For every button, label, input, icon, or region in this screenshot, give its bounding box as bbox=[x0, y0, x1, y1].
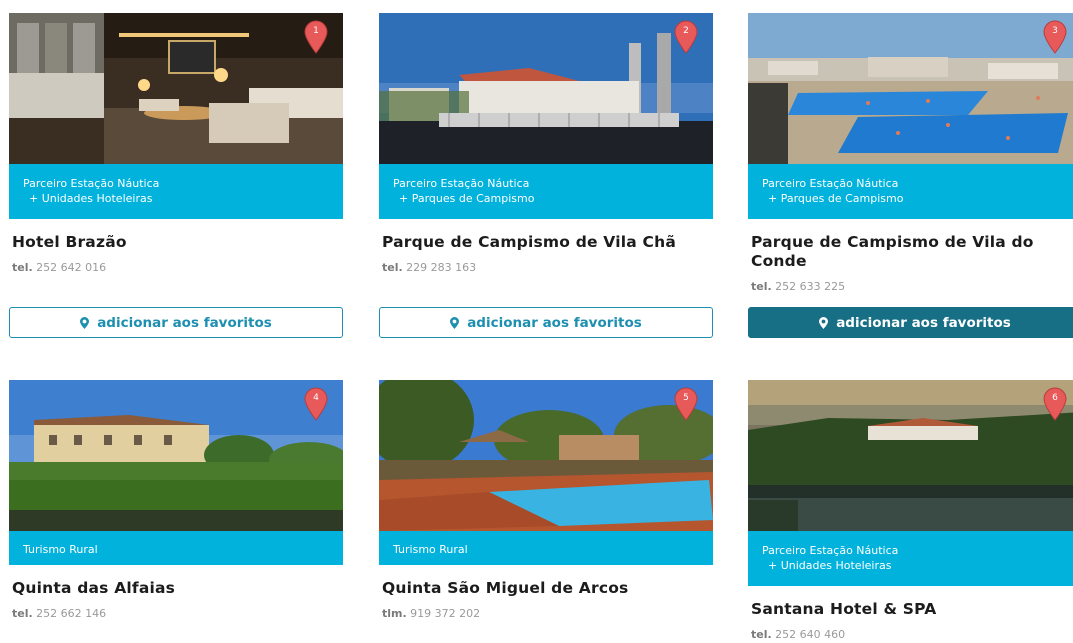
listing-name[interactable]: Quinta São Miguel de Arcos bbox=[382, 579, 713, 598]
listing-card-hotel-brazao[interactable]: 1 Parceiro Estação Náutica + Unidades Ho… bbox=[9, 13, 343, 338]
listing-name[interactable]: Santana Hotel & SPA bbox=[751, 600, 1073, 619]
category-label: Turismo Rural bbox=[9, 531, 343, 565]
listing-photo[interactable]: 5 bbox=[379, 380, 713, 531]
category-line: Parceiro Estação Náutica bbox=[393, 177, 530, 190]
category-line: Parceiro Estação Náutica bbox=[762, 177, 899, 190]
category-label: Parceiro Estação Náutica + Parques de Ca… bbox=[379, 164, 713, 219]
phone-number: 252 640 460 bbox=[775, 628, 846, 641]
map-pin-icon[interactable]: 6 bbox=[1042, 387, 1068, 421]
listing-photo[interactable]: 6 bbox=[748, 380, 1073, 531]
add-to-favorites-button[interactable]: adicionar aos favoritos bbox=[9, 307, 343, 338]
listing-card-quinta-das-alfaias[interactable]: 4 Turismo Rural Quinta das Alfaias tel. … bbox=[9, 380, 343, 620]
phone-number: 252 642 016 bbox=[36, 261, 107, 274]
listing-card-quinta-sao-miguel-de-arcos[interactable]: 5 Turismo Rural Quinta São Miguel de Arc… bbox=[379, 380, 713, 620]
listing-phone: tel. 229 283 163 bbox=[382, 261, 713, 274]
button-label: adicionar aos favoritos bbox=[97, 314, 272, 331]
add-to-favorites-button[interactable]: adicionar aos favoritos bbox=[748, 307, 1073, 338]
category-line: Turismo Rural bbox=[393, 543, 468, 556]
pin-number: 3 bbox=[1052, 26, 1058, 36]
phone-label: tel. bbox=[751, 280, 772, 293]
map-pin-icon[interactable]: 4 bbox=[303, 387, 329, 421]
category-line: + Parques de Campismo bbox=[768, 192, 904, 205]
listing-name[interactable]: Hotel Brazão bbox=[12, 233, 343, 252]
phone-number: 229 283 163 bbox=[406, 261, 477, 274]
swimming-pool-image bbox=[748, 13, 1073, 164]
pool-garden-image bbox=[379, 380, 713, 531]
category-label: Parceiro Estação Náutica + Unidades Hote… bbox=[9, 164, 343, 219]
phone-number: 252 633 225 bbox=[775, 280, 846, 293]
category-line: + Unidades Hoteleiras bbox=[768, 559, 892, 572]
riverside-hotel-image bbox=[748, 380, 1073, 531]
hotel-lobby-image bbox=[9, 13, 343, 164]
category-label: Parceiro Estação Náutica + Unidades Hote… bbox=[748, 531, 1073, 586]
phone-label: tel. bbox=[751, 628, 772, 641]
phone-label: tel. bbox=[12, 607, 33, 620]
campsite-entrance-image bbox=[379, 13, 713, 164]
listing-photo[interactable]: 4 bbox=[9, 380, 343, 531]
phone-label: tel. bbox=[382, 261, 403, 274]
listing-phone: tel. 252 633 225 bbox=[751, 280, 1073, 293]
listing-card-santana-hotel-spa[interactable]: 6 Parceiro Estação Náutica + Unidades Ho… bbox=[748, 380, 1073, 641]
map-pin-icon[interactable]: 3 bbox=[1042, 20, 1068, 54]
listing-photo[interactable]: 1 bbox=[9, 13, 343, 164]
location-marker-icon bbox=[819, 317, 828, 329]
listing-phone: tel. 252 640 460 bbox=[751, 628, 1073, 641]
pin-number: 5 bbox=[683, 393, 689, 403]
listing-photo[interactable]: 2 bbox=[379, 13, 713, 164]
category-label: Turismo Rural bbox=[379, 531, 713, 565]
button-label: adicionar aos favoritos bbox=[467, 314, 642, 331]
phone-label: tlm. bbox=[382, 607, 407, 620]
phone-label: tel. bbox=[12, 261, 33, 274]
category-label: Parceiro Estação Náutica + Parques de Ca… bbox=[748, 164, 1073, 219]
location-marker-icon bbox=[80, 317, 89, 329]
phone-number: 919 372 202 bbox=[410, 607, 481, 620]
category-line: Parceiro Estação Náutica bbox=[762, 544, 899, 557]
category-line: Parceiro Estação Náutica bbox=[23, 177, 160, 190]
phone-number: 252 662 146 bbox=[36, 607, 107, 620]
map-pin-icon[interactable]: 1 bbox=[303, 20, 329, 54]
listing-name[interactable]: Parque de Campismo de Vila do Conde bbox=[751, 233, 1073, 271]
category-line: + Unidades Hoteleiras bbox=[29, 192, 153, 205]
pin-number: 1 bbox=[313, 26, 319, 36]
button-label: adicionar aos favoritos bbox=[836, 314, 1011, 331]
add-to-favorites-button[interactable]: adicionar aos favoritos bbox=[379, 307, 713, 338]
manor-house-image bbox=[9, 380, 343, 531]
category-line: Turismo Rural bbox=[23, 543, 98, 556]
listing-photo[interactable]: 3 bbox=[748, 13, 1073, 164]
pin-number: 4 bbox=[313, 393, 319, 403]
listing-card-parque-vila-do-conde[interactable]: 3 Parceiro Estação Náutica + Parques de … bbox=[748, 13, 1073, 338]
pin-number: 2 bbox=[683, 26, 689, 36]
map-pin-icon[interactable]: 2 bbox=[673, 20, 699, 54]
listing-name[interactable]: Parque de Campismo de Vila Chã bbox=[382, 233, 713, 252]
map-pin-icon[interactable]: 5 bbox=[673, 387, 699, 421]
listing-phone: tel. 252 662 146 bbox=[12, 607, 343, 620]
pin-number: 6 bbox=[1052, 393, 1058, 403]
listing-phone: tel. 252 642 016 bbox=[12, 261, 343, 274]
listing-card-parque-vila-cha[interactable]: 2 Parceiro Estação Náutica + Parques de … bbox=[379, 13, 713, 338]
listing-name[interactable]: Quinta das Alfaias bbox=[12, 579, 343, 598]
location-marker-icon bbox=[450, 317, 459, 329]
listing-phone: tlm. 919 372 202 bbox=[382, 607, 713, 620]
category-line: + Parques de Campismo bbox=[399, 192, 535, 205]
